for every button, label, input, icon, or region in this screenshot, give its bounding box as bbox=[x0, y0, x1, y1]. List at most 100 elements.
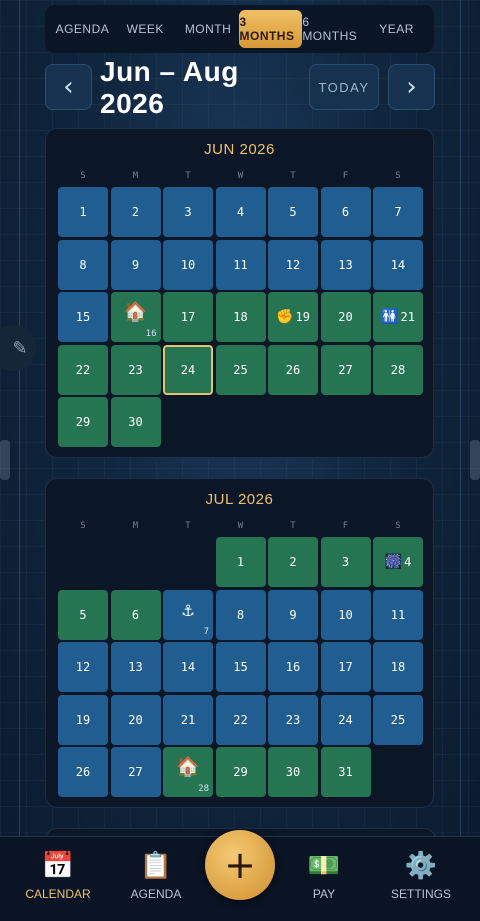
event-icon: 🏠 bbox=[123, 301, 148, 323]
day-cell[interactable]: 🎆 4 bbox=[373, 537, 423, 587]
day-cell[interactable]: 31 bbox=[320, 747, 371, 797]
day-cell[interactable]: 14 bbox=[373, 239, 423, 290]
day-cell[interactable]: 🏠 28 bbox=[163, 747, 213, 797]
day-cell[interactable]: 19 bbox=[58, 694, 108, 745]
tab-month[interactable]: MONTH bbox=[177, 10, 240, 48]
day-cell[interactable]: 1 bbox=[58, 187, 108, 237]
day-cell[interactable]: ⚓ 7 bbox=[163, 589, 213, 640]
day-cell[interactable]: 9 bbox=[110, 239, 161, 290]
day-number: 11 bbox=[233, 257, 248, 272]
tab-year[interactable]: YEAR bbox=[365, 10, 428, 48]
day-cell[interactable]: 12 bbox=[58, 642, 108, 692]
day-cell[interactable]: 13 bbox=[110, 642, 161, 692]
add-event-button[interactable]: + bbox=[205, 830, 275, 900]
money-icon: 💵 bbox=[307, 850, 341, 880]
day-cell[interactable]: 15 bbox=[58, 292, 108, 342]
day-cell[interactable]: 🏠 16 bbox=[110, 292, 161, 342]
day-cell[interactable]: 27 bbox=[110, 747, 161, 797]
day-cell[interactable]: 1 bbox=[215, 537, 266, 587]
day-cell[interactable]: 23 bbox=[110, 344, 161, 395]
tab-week[interactable]: WEEK bbox=[114, 10, 177, 48]
day-number: 29 bbox=[233, 765, 248, 779]
day-cell[interactable]: 11 bbox=[215, 239, 266, 290]
weekday-header: S bbox=[80, 521, 86, 531]
day-cell[interactable]: 25 bbox=[215, 344, 266, 395]
day-number: 14 bbox=[180, 660, 196, 674]
tab-6-months[interactable]: 6 MONTHS bbox=[302, 10, 365, 48]
day-cell[interactable]: 9 bbox=[268, 589, 318, 640]
day-cell-today[interactable]: 24 bbox=[163, 344, 213, 395]
event-icon: 🚻 bbox=[381, 309, 399, 325]
day-cell[interactable]: 27 bbox=[320, 344, 371, 395]
day-cell[interactable]: 5 bbox=[268, 187, 318, 237]
day-cell[interactable]: 21 bbox=[163, 694, 213, 745]
day-cell[interactable]: 20 bbox=[320, 292, 371, 342]
left-edge-handle[interactable] bbox=[0, 440, 10, 480]
nav-agenda[interactable]: 📋 AGENDA bbox=[116, 849, 196, 901]
day-cell[interactable]: 6 bbox=[110, 589, 161, 640]
left-border-line bbox=[19, 0, 20, 840]
day-cell[interactable]: 29 bbox=[215, 747, 266, 797]
day-number: 9 bbox=[289, 607, 297, 622]
day-cell[interactable]: 3 bbox=[320, 537, 371, 587]
day-cell[interactable]: 7 bbox=[373, 187, 423, 237]
day-cell[interactable]: 15 bbox=[215, 642, 266, 692]
day-cell[interactable]: 10 bbox=[163, 239, 213, 290]
day-number: 23 bbox=[285, 712, 301, 727]
day-cell[interactable]: 18 bbox=[373, 642, 423, 692]
day-cell[interactable]: 30 bbox=[110, 397, 161, 447]
day-cell[interactable]: 12 bbox=[268, 239, 318, 290]
day-cell[interactable]: 23 bbox=[268, 694, 318, 745]
day-cell[interactable]: 17 bbox=[163, 292, 213, 342]
today-button[interactable]: TODAY bbox=[309, 64, 379, 110]
day-number: 20 bbox=[128, 712, 143, 727]
day-number: 6 bbox=[131, 607, 140, 622]
day-cell[interactable]: 16 bbox=[268, 642, 318, 692]
month-title: JUN 2026 bbox=[204, 141, 275, 158]
day-cell[interactable]: 14 bbox=[163, 642, 213, 692]
day-cell[interactable]: 5 bbox=[58, 589, 108, 640]
day-cell[interactable]: 13 bbox=[320, 239, 371, 290]
view-mode-segmented-control: AGENDA WEEK MONTH 3 MONTHS 6 MONTHS YEAR bbox=[45, 5, 434, 53]
day-number: 24 bbox=[180, 362, 196, 377]
day-cell[interactable]: 6 bbox=[320, 187, 371, 237]
tab-3-months[interactable]: 3 MONTHS bbox=[239, 10, 303, 48]
tab-agenda[interactable]: AGENDA bbox=[51, 10, 114, 48]
day-number: 30 bbox=[128, 415, 143, 429]
next-period-button[interactable]: › bbox=[388, 64, 435, 110]
day-cell[interactable]: 2 bbox=[268, 537, 318, 587]
day-cell[interactable]: 29 bbox=[58, 397, 108, 447]
day-cell[interactable]: 10 bbox=[320, 589, 371, 640]
day-cell[interactable]: 20 bbox=[110, 694, 161, 745]
day-cell[interactable]: 28 bbox=[373, 344, 423, 395]
day-cell[interactable]: ✊ 19 bbox=[268, 292, 318, 342]
day-cell[interactable]: 11 bbox=[373, 589, 423, 640]
day-cell[interactable]: 8 bbox=[215, 589, 266, 640]
day-cell[interactable]: 25 bbox=[373, 694, 423, 745]
day-number: 23 bbox=[128, 362, 143, 377]
day-number: 7 bbox=[203, 626, 209, 637]
nav-settings[interactable]: ⚙️ SETTINGS bbox=[381, 849, 461, 901]
day-number: 12 bbox=[285, 257, 301, 272]
day-cell[interactable]: 4 bbox=[215, 187, 266, 237]
nav-calendar[interactable]: 📅 CALENDAR bbox=[18, 849, 98, 901]
day-cell[interactable]: 🚻 21 bbox=[373, 292, 423, 342]
day-cell[interactable]: 8 bbox=[58, 239, 108, 290]
day-cell[interactable]: 17 bbox=[320, 642, 371, 692]
day-cell[interactable]: 2 bbox=[110, 187, 161, 237]
day-cell[interactable]: 22 bbox=[58, 344, 108, 395]
day-cell[interactable]: 30 bbox=[268, 747, 318, 797]
edit-button[interactable]: ✎ bbox=[0, 325, 36, 371]
day-number: 3 bbox=[184, 205, 192, 219]
right-edge-handle[interactable] bbox=[470, 440, 480, 480]
day-cell[interactable]: 26 bbox=[58, 747, 108, 797]
day-number: 15 bbox=[233, 660, 248, 674]
day-cell[interactable]: 22 bbox=[215, 694, 266, 745]
day-cell[interactable]: 3 bbox=[163, 187, 213, 237]
day-cell[interactable]: 24 bbox=[320, 694, 371, 745]
nav-pay[interactable]: 💵 PAY bbox=[284, 849, 364, 901]
day-cell[interactable]: 26 bbox=[268, 344, 318, 395]
previous-period-button[interactable]: ‹ bbox=[45, 64, 92, 110]
day-cell[interactable]: 18 bbox=[215, 292, 266, 342]
nav-agenda-label: AGENDA bbox=[130, 887, 182, 901]
